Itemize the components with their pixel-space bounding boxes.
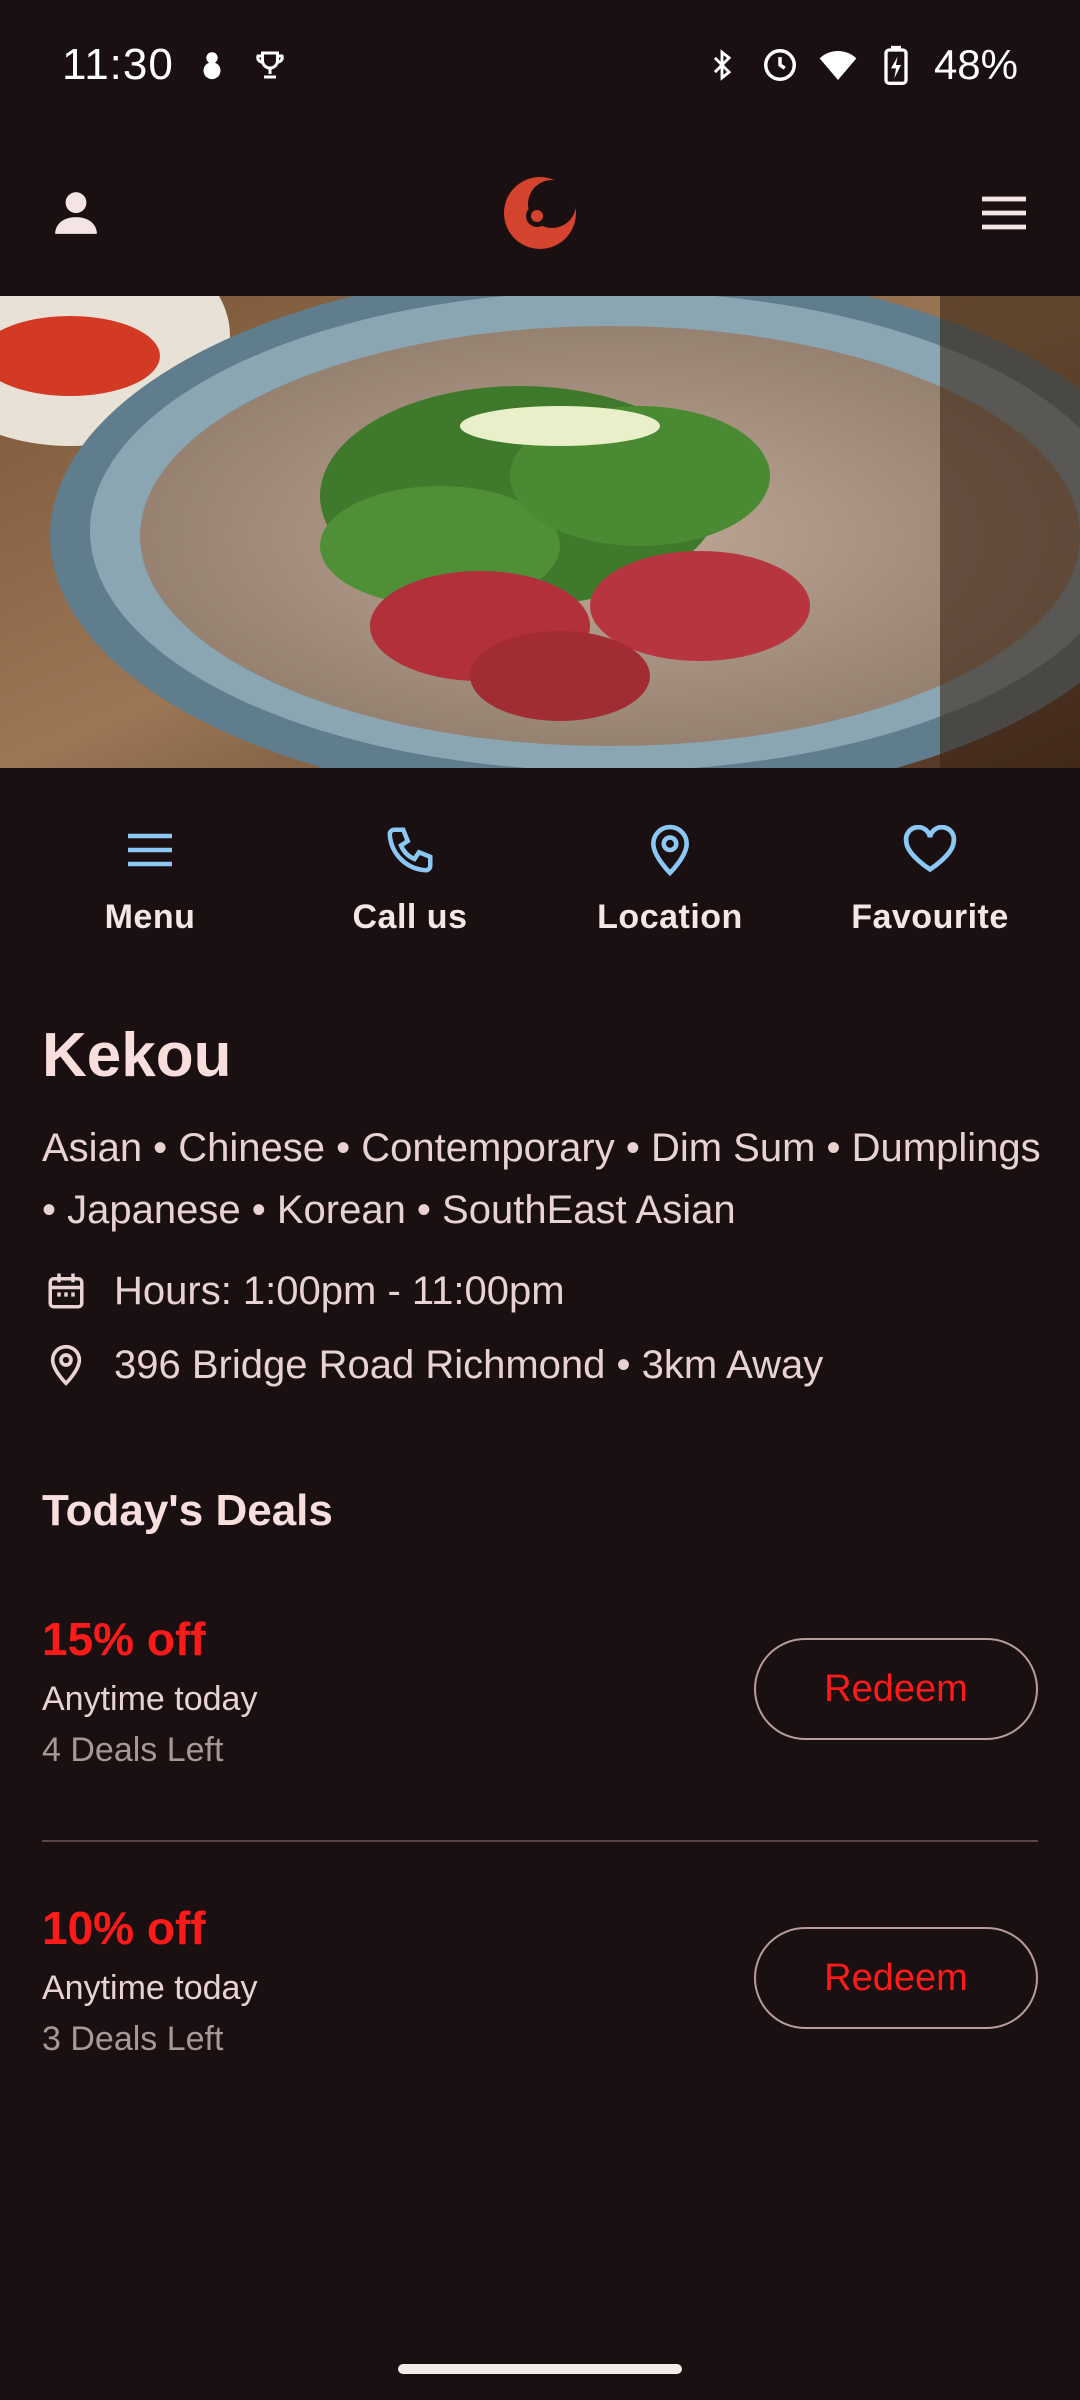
trophy-icon	[250, 45, 290, 85]
action-row: Menu Call us Location Favourite	[0, 820, 1080, 960]
favourite-action[interactable]: Favourite	[810, 820, 1050, 960]
deal-divider	[42, 1840, 1038, 1842]
hero-food-image	[0, 296, 1080, 768]
call-us-action-label: Call us	[352, 898, 468, 936]
phone-icon	[380, 820, 440, 880]
hamburger-menu-button[interactable]	[968, 177, 1040, 249]
location-pin-small-icon	[42, 1341, 90, 1389]
call-us-action[interactable]: Call us	[290, 820, 530, 960]
bluetooth-icon	[702, 45, 742, 85]
heart-icon	[900, 820, 960, 880]
notification-icon	[192, 45, 232, 85]
restaurant-name: Kekou	[42, 1021, 232, 1090]
battery-charging-icon	[876, 45, 916, 85]
hours-text: Hours: 1:00pm - 11:00pm	[114, 1268, 565, 1313]
deal-item: 15% off Anytime today 4 Deals Left Redee…	[42, 1612, 1038, 1792]
menu-action-label: Menu	[104, 898, 196, 936]
favourite-action-label: Favourite	[851, 898, 1009, 936]
address-text: 396 Bridge Road Richmond • 3km Away	[114, 1342, 824, 1387]
location-action-label: Location	[597, 898, 743, 936]
hours-row: Hours: 1:00pm - 11:00pm	[42, 1267, 1042, 1315]
app-screen: 11:30 48% Menu Call us Location Favourit…	[0, 0, 1080, 2400]
menu-lines-icon	[120, 820, 180, 880]
address-row: 396 Bridge Road Richmond • 3km Away	[42, 1341, 1042, 1389]
alarm-icon	[760, 45, 800, 85]
location-pin-icon	[640, 820, 700, 880]
redeem-button[interactable]: Redeem	[754, 1927, 1038, 2029]
location-action[interactable]: Location	[550, 820, 790, 960]
status-left: 11:30	[62, 40, 290, 90]
app-logo	[497, 170, 583, 256]
hamburger-icon	[982, 196, 1026, 230]
wifi-icon	[818, 45, 858, 85]
home-indicator[interactable]	[398, 2364, 682, 2374]
deal-item: 10% off Anytime today 3 Deals Left Redee…	[42, 1901, 1038, 2081]
cuisine-list: Asian • Chinese • Contemporary • Dim Sum…	[42, 1126, 1041, 1232]
status-right: 48%	[702, 41, 1018, 89]
deals-section-title: Today's Deals	[42, 1486, 333, 1535]
profile-button[interactable]	[40, 177, 112, 249]
restaurant-info: Kekou Asian • Chinese • Contemporary • D…	[42, 1020, 1042, 1389]
person-icon	[55, 192, 97, 234]
redeem-button[interactable]: Redeem	[754, 1638, 1038, 1740]
app-bar	[0, 130, 1080, 296]
status-time: 11:30	[62, 40, 174, 89]
battery-percentage: 48%	[933, 41, 1018, 88]
menu-action[interactable]: Menu	[30, 820, 270, 960]
status-bar: 11:30 48%	[0, 0, 1080, 130]
calendar-icon	[42, 1267, 90, 1315]
